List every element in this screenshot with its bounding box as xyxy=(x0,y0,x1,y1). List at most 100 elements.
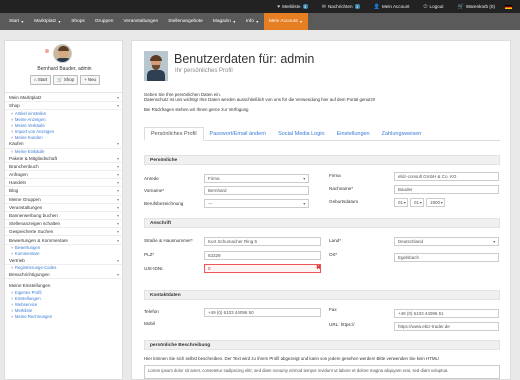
sidebar-item[interactable]: Branchenbuch ▾ xyxy=(5,163,122,171)
chevron-down-icon: ▾ xyxy=(116,204,119,210)
sidebar-item[interactable]: Gespeicherte Suchen ▾ xyxy=(5,228,122,237)
strasse-label: Straße & Hausnummer* xyxy=(144,238,193,243)
beschreibung-textarea[interactable]: Lorem ipsum dolor sit amet, consetetur s… xyxy=(144,365,500,379)
nachrichten-badge: 1 xyxy=(354,4,360,9)
chevron-down-icon: ▼ xyxy=(302,176,306,181)
caret-down-icon: ▼ xyxy=(20,19,25,24)
tab-0[interactable]: Persönliches Profil xyxy=(144,127,204,141)
nav-item-shops[interactable]: Shops xyxy=(66,13,90,30)
tab-3[interactable]: Einstellungen xyxy=(331,127,376,140)
sidebar-item[interactable]: Vertrieb ▾ xyxy=(5,257,122,265)
nachrichten-link[interactable]: ✉ Nachrichten 1 xyxy=(322,4,360,10)
nav-item-start[interactable]: Start ▼ xyxy=(4,13,29,30)
geburt-monat-select[interactable]: 01 ▼ xyxy=(410,198,424,207)
sidebar-item[interactable]: Bewertungen & Kommentare ▾ xyxy=(5,236,122,245)
chevron-down-icon: ▾ xyxy=(116,271,119,277)
sidebar-item[interactable]: Blog ▾ xyxy=(5,187,122,196)
telefon-field[interactable]: +49 (0) 6103 44096 50 xyxy=(204,308,321,317)
nav-item-magazin[interactable]: Magazin ▼ xyxy=(208,13,241,30)
german-flag-icon[interactable] xyxy=(505,4,512,9)
sidebar-item[interactable]: Meine Gruppen ▾ xyxy=(5,196,122,204)
main-panel: Benutzerdaten für: admin Ihr persönliche… xyxy=(131,40,511,380)
geburt-tag-select[interactable]: 01 ▼ xyxy=(394,198,408,207)
sidebar-menu: Mein Marktplatz▾Shop▾Artikel einstellenM… xyxy=(5,93,122,319)
nav-item-mein-account[interactable]: Mein Account ▼ xyxy=(263,13,308,30)
nachname-label: Nachname* xyxy=(329,186,354,191)
chevron-down-icon: ▾ xyxy=(116,257,119,263)
chevron-down-icon: ▾ xyxy=(116,196,119,202)
start-button[interactable]: ⌂ Start xyxy=(30,75,52,85)
sidebar-item[interactable]: Shop ▾ xyxy=(5,102,122,111)
sidebar-item-label: Veranstaltungen xyxy=(9,204,43,210)
nav-item-veranstaltungen[interactable]: Veranstaltungen xyxy=(118,13,163,30)
vorname-field[interactable]: Bernhard xyxy=(204,186,309,195)
sidebar-item-label: Anfragen xyxy=(9,172,28,178)
plz-field[interactable]: 63329 xyxy=(204,251,321,260)
strasse-field[interactable]: Kurt Schumacher Ring 5 xyxy=(204,237,321,246)
sidebar-item[interactable]: Anfragen ▾ xyxy=(5,171,122,180)
sidebar-item[interactable]: Bannerwerbung buchen ▾ xyxy=(5,212,122,221)
section-beschreibung: persönliche Beschreibung xyxy=(144,340,500,350)
sidebar-item[interactable]: Pakete & Mitgliedschaft ▾ xyxy=(5,155,122,163)
shop-button[interactable]: 🛒 Shop xyxy=(53,75,79,85)
chevron-down-icon: ▾ xyxy=(116,237,119,243)
intro-text: Geben Sie Ihre persönlichen Daten ein. D… xyxy=(144,92,375,112)
firma-label: Firma xyxy=(329,173,341,178)
sidebar-item[interactable]: Mein Marktplatz ▾ xyxy=(5,94,122,103)
sidebar-subitem[interactable]: Meine Rechnungen xyxy=(5,313,122,319)
power-icon: ⏻ xyxy=(423,3,428,10)
geburt-jahr-select[interactable]: 1900 ▼ xyxy=(426,198,445,207)
nav-item-marktplatz[interactable]: Marktplatz ▼ xyxy=(29,13,66,30)
page-title: Benutzerdaten für: admin xyxy=(174,52,315,66)
sidebar-item-label: Meine Gruppen xyxy=(9,196,41,202)
beruf-select[interactable]: --- ▼ xyxy=(204,199,309,208)
land-select[interactable]: Deutschland ▼ xyxy=(394,237,499,246)
intro-line: Bei Rückfragen stehen wir Ihnen gerne zu… xyxy=(144,106,249,112)
url-field[interactable]: https://www.ebiz-trader.de xyxy=(394,322,499,331)
sidebar-item-label: Mein Marktplatz xyxy=(9,95,42,101)
chevron-down-icon: ▾ xyxy=(116,155,119,161)
nav-item-label: Marktplatz xyxy=(34,19,57,24)
fax-field[interactable]: +49 (0) 6103 44096 51 xyxy=(394,309,499,318)
nachname-field[interactable]: Bauder xyxy=(394,185,499,194)
chevron-down-icon: ▼ xyxy=(302,201,306,206)
new-button[interactable]: + Neu xyxy=(80,75,100,85)
nav-item-label: Veranstaltungen xyxy=(123,19,159,24)
account-link[interactable]: 👤 Mein Account xyxy=(374,4,410,10)
telefon-label: Telefon xyxy=(144,309,159,314)
ust-label: USt-IDNr. xyxy=(144,266,164,271)
sidebar-item[interactable]: Käufen ▾ xyxy=(5,140,122,149)
tab-2[interactable]: Social Media Login xyxy=(272,127,330,140)
chevron-down-icon: ▾ xyxy=(116,212,119,218)
sidebar-heading: Meine Einstellungen xyxy=(9,282,51,288)
nav-item-stellenangebote[interactable]: Stellenangebote xyxy=(163,13,208,30)
beruf-value: --- xyxy=(208,201,213,206)
shop-button-label: Shop xyxy=(63,77,75,82)
firma-field[interactable]: ebiz-consult GmbH & Co. KG xyxy=(394,172,499,181)
section-anschrift: Anschrift xyxy=(144,218,500,228)
sidebar-item-label: Pakete & Mitgliedschaft xyxy=(9,155,58,161)
sidebar-item[interactable]: Veranstaltungen ▾ xyxy=(5,204,122,212)
nav-item-info[interactable]: Info ▼ xyxy=(241,13,264,30)
main-nav: Start ▼ Marktplatz ▼ Shops Gruppen Veranstaltu… xyxy=(0,13,520,30)
logout-link[interactable]: ⏻ Logout xyxy=(424,4,444,10)
vorname-label: Vorname* xyxy=(144,188,165,193)
merkliste-link[interactable]: ♥ Merkliste 3 xyxy=(277,4,308,10)
status-dot xyxy=(45,49,49,53)
tab-1[interactable]: Passwort/Email ändern xyxy=(204,127,273,140)
warenkorb-link[interactable]: 🛒 Warenkorb (0) xyxy=(458,4,495,10)
ust-field[interactable]: 0 xyxy=(204,264,321,273)
merkliste-badge: 3 xyxy=(302,4,308,9)
sidebar-item[interactable]: Handeln ▾ xyxy=(5,179,122,188)
sidebar-item[interactable]: Benachrichtigungen ▾ xyxy=(5,271,122,279)
beruf-label: Berufsbezeichnung xyxy=(144,201,184,206)
nav-item-gruppen[interactable]: Gruppen xyxy=(90,13,119,30)
section-persoenliche: Persönliche xyxy=(144,155,500,165)
top-bar: ♥ Merkliste 3 ✉ Nachrichten 1 👤 Mein Account … xyxy=(0,0,520,13)
sidebar-item[interactable]: Stellenanzeigen schalten ▾ xyxy=(5,220,122,229)
intro-line: Datenschutz ist uns wichtig! Ihre Daten … xyxy=(144,97,376,103)
tab-4[interactable]: Zahlungsweisen xyxy=(376,127,428,140)
ort-field[interactable]: Egelsbach xyxy=(394,253,499,262)
anrede-select[interactable]: Firma ▼ xyxy=(204,174,309,183)
avatar[interactable] xyxy=(53,44,72,63)
